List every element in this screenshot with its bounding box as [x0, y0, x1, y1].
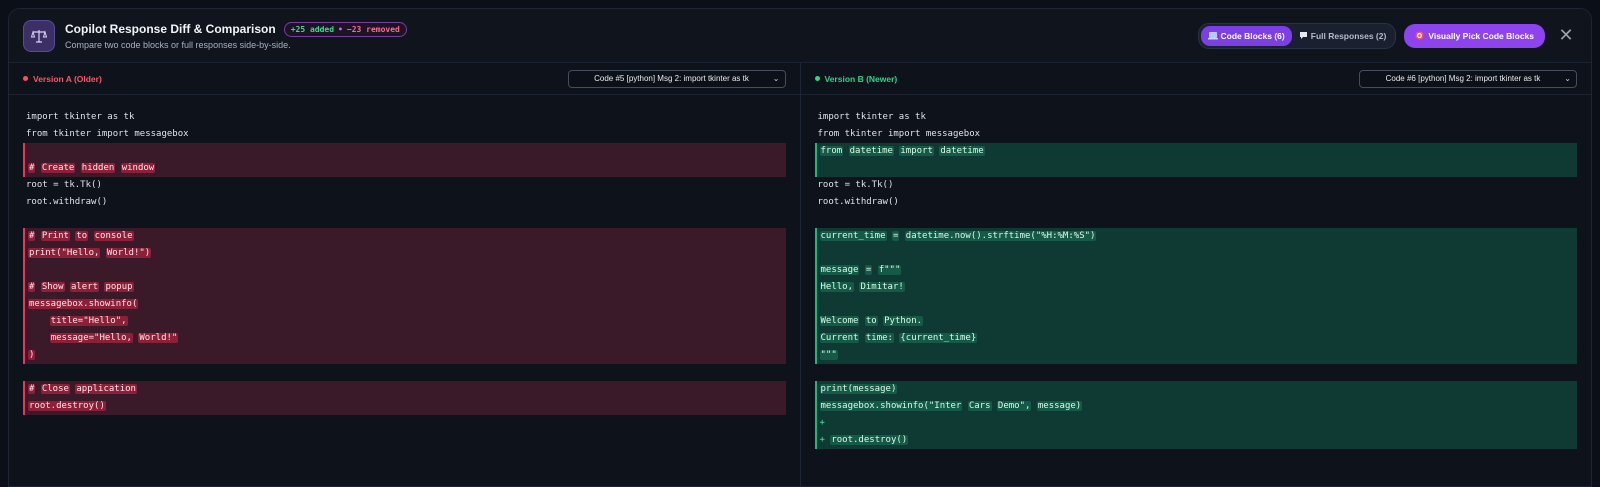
status-dot-icon [23, 76, 28, 81]
close-icon[interactable]: ✕ [1555, 25, 1577, 46]
target-icon [1415, 31, 1424, 40]
code-line: title="Hello", [23, 313, 786, 330]
code-line: from tkinter import messagebox [817, 129, 981, 139]
code-line: import tkinter as tk [817, 112, 926, 122]
version-b-label: Version B (Newer) [814, 73, 898, 84]
code-line [814, 160, 1577, 177]
code-line [814, 245, 1577, 262]
code-line: root = tk.Tk() [817, 180, 894, 190]
code-line: root.withdraw() [26, 197, 108, 207]
chevron-down-icon: ⌄ [1564, 73, 1571, 83]
code-line: # Close application [23, 381, 786, 398]
code-line: from datetime import datetime [814, 143, 1577, 160]
code-line: root.destroy() [23, 398, 786, 415]
status-dot-icon [814, 76, 820, 81]
code-line [814, 296, 1577, 313]
version-b-code: import tkinter as tk from tkinter import … [801, 95, 1592, 449]
version-a-text: Version A (Older) [33, 73, 102, 84]
code-line: # Create hidden window [23, 160, 786, 177]
code-line: Current time: {current_time} [814, 330, 1577, 347]
scales-icon [23, 19, 55, 52]
code-line: Welcome to Python. [814, 313, 1577, 330]
code-line [23, 143, 786, 160]
version-a-pane: Version A (Older) Code #5 [python] Msg 2… [9, 63, 801, 486]
version-b-select[interactable]: Code #6 [python] Msg 2: import tkinter a… [1359, 69, 1577, 88]
tab-code-blocks[interactable]: Code Blocks (6) [1200, 25, 1292, 46]
version-a-label: Version A (Older) [23, 74, 102, 84]
code-line: message = f""" [814, 262, 1577, 279]
tab-full-responses-label: Full Responses (2) [1310, 30, 1387, 41]
code-line: + [814, 415, 1577, 432]
code-line: """ [814, 347, 1577, 364]
version-b-header: Version B (Newer) Code #6 [python] Msg 2… [800, 63, 1591, 95]
code-line: print(message) [814, 381, 1577, 398]
version-a-code: import tkinter as tk from tkinter import … [9, 95, 800, 415]
dialog-header: Copilot Response Diff & Comparison +25 a… [9, 9, 1591, 63]
code-line: root = tk.Tk() [26, 180, 102, 190]
tab-full-responses[interactable]: Full Responses (2) [1292, 26, 1394, 46]
version-b-pane: Version B (Newer) Code #6 [python] Msg 2… [800, 63, 1592, 486]
speech-bubble-icon [1299, 32, 1307, 39]
removed-count: −23 removed [346, 24, 400, 34]
dialog-title: Copilot Response Diff & Comparison [65, 22, 276, 36]
visually-pick-label: Visually Pick Code Blocks [1428, 30, 1534, 41]
code-line: root.withdraw() [817, 197, 899, 207]
chevron-down-icon: ⌄ [772, 73, 780, 83]
code-line: from tkinter import messagebox [26, 129, 189, 139]
diff-stats-badge: +25 added • −23 removed [283, 21, 407, 37]
mode-toggle: Code Blocks (6) Full Responses (2) [1197, 22, 1397, 49]
code-line: current_time = datetime.now().strftime("… [814, 228, 1577, 245]
code-line: ) [23, 347, 786, 364]
code-line: print("Hello, World!") [23, 245, 786, 262]
added-count: +25 added [290, 24, 335, 34]
dialog-subtitle: Compare two code blocks or full response… [65, 39, 291, 50]
version-b-text: Version B (Newer) [824, 73, 898, 84]
code-line: + root.destroy() [814, 432, 1577, 449]
code-line: messagebox.showinfo( [23, 296, 786, 313]
tab-code-blocks-label: Code Blocks (6) [1220, 30, 1285, 41]
code-line: Hello, Dimitar! [814, 279, 1577, 296]
code-line: message="Hello, World!" [23, 330, 786, 347]
version-b-select-value: Code #6 [python] Msg 2: import tkinter a… [1385, 74, 1541, 83]
laptop-icon [1207, 31, 1218, 39]
code-line: messagebox.showinfo("Inter Cars Demo", m… [814, 398, 1577, 415]
visually-pick-button[interactable]: Visually Pick Code Blocks [1404, 23, 1545, 48]
code-line: # Print to console [23, 228, 786, 245]
code-line [23, 262, 786, 279]
diff-dialog: Copilot Response Diff & Comparison +25 a… [8, 8, 1592, 487]
version-a-select[interactable]: Code #5 [python] Msg 2: import tkinter a… [567, 69, 786, 88]
code-line: import tkinter as tk [26, 112, 135, 122]
code-line: # Show alert popup [23, 279, 786, 296]
version-a-select-value: Code #5 [python] Msg 2: import tkinter a… [594, 74, 749, 83]
version-a-header: Version A (Older) Code #5 [python] Msg 2… [9, 63, 800, 95]
badge-separator: • [338, 24, 343, 34]
